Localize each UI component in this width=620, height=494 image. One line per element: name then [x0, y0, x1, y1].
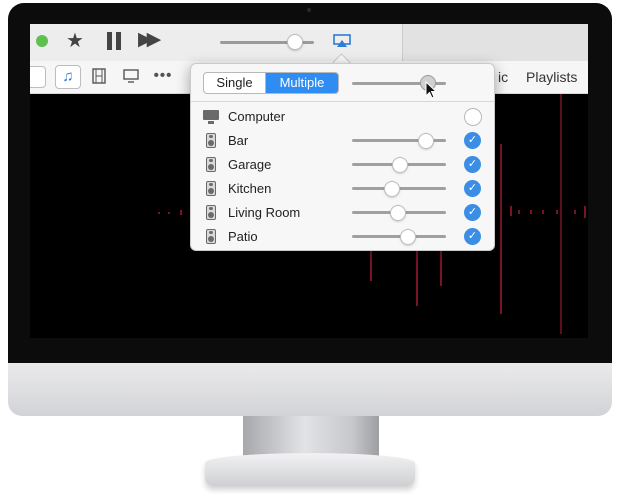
- speaker-icon: [203, 157, 219, 173]
- device-volume-knob[interactable]: [399, 229, 416, 245]
- device-name: Patio: [228, 229, 258, 244]
- speaker-icon: [203, 205, 219, 221]
- device-row[interactable]: Kitchen ✓: [191, 177, 494, 201]
- checkmark-icon[interactable]: ✓: [464, 132, 481, 149]
- device-name: Garage: [228, 157, 272, 172]
- checkmark-icon[interactable]: ✓: [464, 204, 481, 221]
- airplay-icon[interactable]: [333, 34, 351, 48]
- visualizer-bar: [518, 210, 520, 214]
- fast-forward-icon[interactable]: ▶▶: [138, 30, 161, 50]
- visualizer-bar: [556, 210, 558, 214]
- visualizer-bar: [542, 210, 544, 214]
- star-icon[interactable]: ★: [66, 31, 84, 51]
- output-mode-segmented-control[interactable]: Single Multiple: [203, 72, 339, 94]
- segment-single[interactable]: Single: [204, 73, 266, 93]
- computer-icon: [203, 109, 219, 125]
- toolbar: ★ ▶▶ ✕: [30, 24, 588, 62]
- device-name: Bar: [228, 133, 249, 148]
- device-row[interactable]: Garage ✓: [191, 153, 494, 177]
- pause-icon[interactable]: [106, 32, 122, 50]
- music-note-icon[interactable]: ♫: [55, 65, 81, 89]
- device-volume-knob[interactable]: [390, 205, 407, 221]
- visualizer-bar: [158, 212, 160, 214]
- play-status-dot[interactable]: [36, 35, 48, 47]
- nav-music-label[interactable]: ic: [498, 69, 508, 85]
- tab-strip: ✕: [402, 24, 588, 61]
- checkmark-icon[interactable]: ✓: [464, 228, 481, 245]
- checkmark-icon[interactable]: ✓: [464, 156, 481, 173]
- checkmark-icon[interactable]: ✓: [464, 180, 481, 197]
- visualizer-bar: [560, 94, 562, 334]
- device-name: Kitchen: [228, 181, 272, 196]
- visualizer-bar: [440, 246, 442, 286]
- nav-playlists[interactable]: Playlists: [526, 69, 577, 85]
- film-icon[interactable]: [87, 65, 111, 87]
- speaker-icon: [203, 181, 219, 197]
- device-volume-knob[interactable]: [418, 133, 435, 149]
- monitor-chin: [8, 363, 612, 416]
- popover-divider: [191, 101, 494, 102]
- device-checkbox[interactable]: [464, 108, 482, 126]
- device-volume-knob[interactable]: [392, 157, 408, 173]
- visualizer-bar: [584, 206, 586, 218]
- visualizer-bar: [530, 210, 532, 214]
- airplay-popover: Single Multiple Computer Bar ✓ Garage ✓ Kitch…: [190, 63, 495, 251]
- monitor-foot: [205, 453, 415, 486]
- visualizer-bar: [510, 206, 512, 216]
- visualizer-bar: [370, 246, 372, 281]
- device-name: Computer: [228, 109, 286, 124]
- volume-knob[interactable]: [287, 34, 303, 50]
- visualizer-bar: [168, 212, 170, 214]
- more-icon[interactable]: •••: [151, 65, 175, 87]
- tv-icon[interactable]: [119, 65, 143, 87]
- monitor-stand: [243, 416, 379, 458]
- visualizer-bar: [416, 246, 418, 306]
- speaker-icon: [203, 229, 219, 245]
- device-row[interactable]: Patio ✓: [191, 225, 494, 249]
- camera: [307, 8, 311, 12]
- device-row[interactable]: Bar ✓: [191, 129, 494, 153]
- visualizer-bar: [500, 144, 502, 314]
- device-row[interactable]: Computer: [191, 105, 494, 129]
- visualizer-bar: [180, 210, 182, 215]
- back-button[interactable]: [30, 66, 46, 88]
- device-row[interactable]: Living Room ✓: [191, 201, 494, 225]
- segment-multiple[interactable]: Multiple: [266, 73, 338, 93]
- visualizer-bar: [574, 210, 576, 214]
- device-name: Living Room: [228, 205, 301, 220]
- speaker-icon: [203, 133, 219, 149]
- device-volume-knob[interactable]: [384, 181, 401, 197]
